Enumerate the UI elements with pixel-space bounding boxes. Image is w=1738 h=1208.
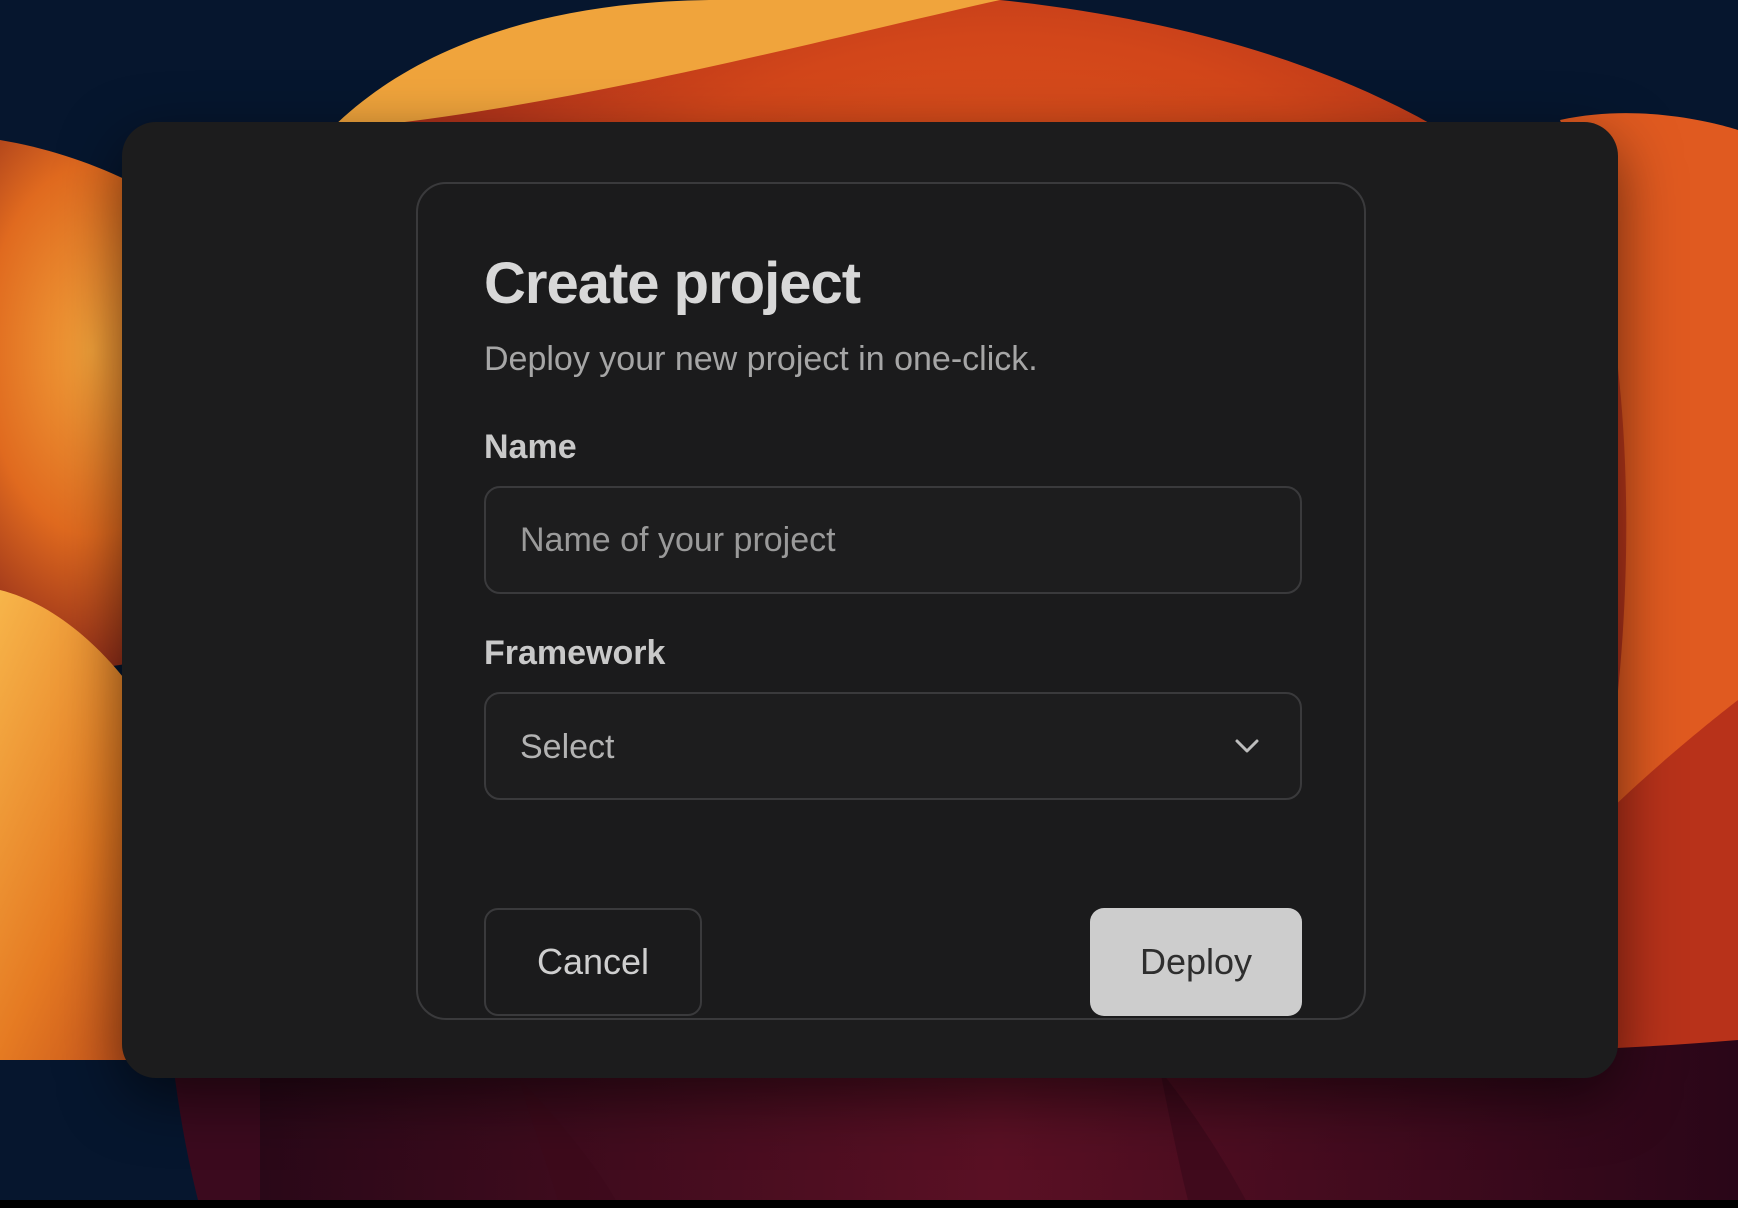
name-label: Name	[484, 428, 577, 466]
framework-select[interactable]: Select	[484, 692, 1302, 800]
framework-label: Framework	[484, 634, 666, 672]
chevron-down-icon	[1235, 739, 1259, 753]
dialog-subtitle: Deploy your new project in one-click.	[484, 340, 1038, 378]
create-project-dialog: Create project Deploy your new project i…	[416, 182, 1366, 1020]
cancel-button[interactable]: Cancel	[484, 908, 702, 1016]
name-field-container	[484, 486, 1302, 594]
app-window: Create project Deploy your new project i…	[122, 122, 1618, 1078]
framework-select-value: Select	[520, 728, 615, 766]
project-name-input[interactable]	[486, 488, 1300, 592]
dialog-title: Create project	[484, 251, 861, 316]
deploy-button[interactable]: Deploy	[1090, 908, 1302, 1016]
desktop: Create project Deploy your new project i…	[0, 0, 1738, 1208]
